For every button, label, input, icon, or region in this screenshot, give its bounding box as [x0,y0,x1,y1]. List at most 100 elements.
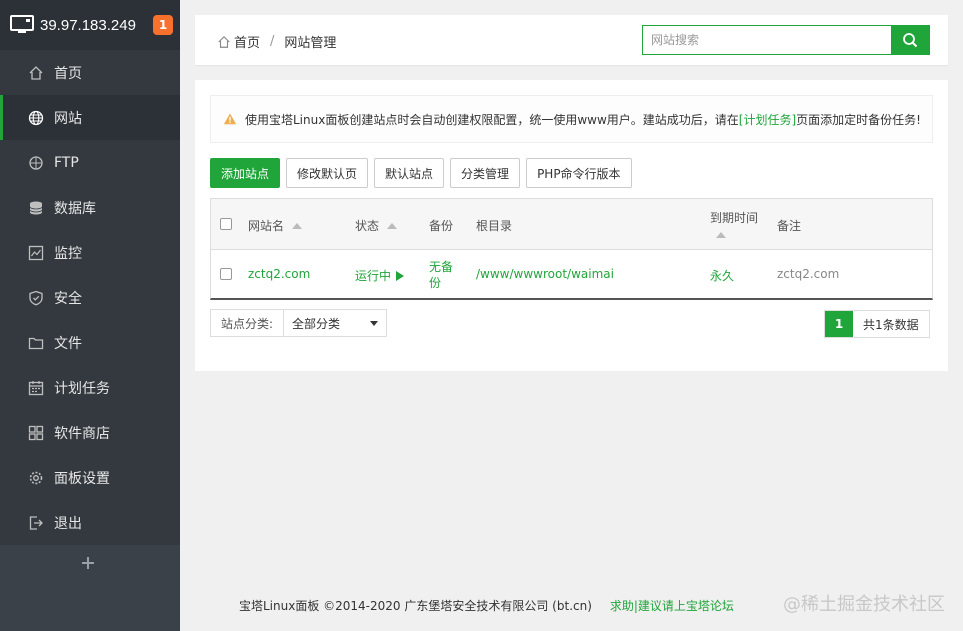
sort-icon [716,232,726,238]
category-manage-button[interactable]: 分类管理 [450,158,521,188]
sidebar-menu: 首页 网站 FTP 数据库 监控 安全 文件 计划任务 软件商店 面板设置 退出 [0,50,180,545]
add-site-button[interactable]: 添加站点 [210,158,281,188]
sidebar-item-ftp[interactable]: FTP [0,140,180,185]
notification-badge[interactable]: 1 [153,15,173,35]
sidebar-header: 39.97.183.249 1 [0,0,180,50]
sidebar-item-label: 首页 [54,65,82,82]
sidebar-item-website[interactable]: 网站 [0,95,180,140]
site-root-link[interactable]: /www/wwwroot/waimai [476,267,614,281]
breadcrumb-home[interactable]: 首页 [234,32,260,51]
tip-cron-link[interactable]: [计划任务] [739,111,796,128]
warning-icon [223,113,237,125]
site-status[interactable]: 运行中 [355,267,405,284]
backup-line1: 无备 [429,260,454,274]
breadcrumb: 首页 / 网站管理 [217,32,336,51]
default-site-button[interactable]: 默认站点 [374,158,445,188]
sidebar-item-monitor[interactable]: 监控 [0,230,180,275]
sidebar: 39.97.183.249 1 首页 网站 FTP 数据库 监控 安全 文件 计… [0,0,180,631]
tip-text-after: 页面添加定时备份任务! [796,112,921,127]
gear-icon [28,470,44,486]
monitor-chart-icon [28,245,44,261]
total-count: 共1条数据 [853,311,929,337]
header-label: 备份 [429,219,454,233]
breadcrumb-bar: 首页 / 网站管理 [195,15,948,65]
sidebar-item-label: 数据库 [54,200,96,217]
tip-text-before: 使用宝塔Linux面板创建站点时会自动创建权限配置，统一使用www用户。建站成功… [245,112,739,127]
pagination: 1 共1条数据 [824,310,930,338]
sidebar-item-label: 安全 [54,290,82,307]
header-status[interactable]: 状态 [355,217,398,234]
backup-line2: 份 [429,276,442,290]
search-box [642,25,930,55]
header-label: 到期时间 [710,211,759,225]
tip-banner: 使用宝塔Linux面板创建站点时会自动创建权限配置，统一使用www用户。建站成功… [210,95,933,143]
sidebar-item-label: 面板设置 [54,470,110,487]
sidebar-item-label: 软件商店 [54,425,110,442]
toolbar: 添加站点 修改默认页 默认站点 分类管理 PHP命令行版本 [210,158,632,188]
header-expire[interactable]: 到期时间 [710,209,758,238]
sort-icon [292,222,303,229]
header-label: 网站名 [248,219,285,233]
category-filter: 站点分类: 全部分类 [210,309,387,337]
server-ip: 39.97.183.249 [40,16,136,34]
header-label: 根目录 [476,219,513,233]
site-expire[interactable]: 永久 [710,267,734,284]
sidebar-item-label: 监控 [54,245,82,262]
sites-table: 网站名 状态 备份 根目录 到期时间 备注 zctq2.com 运行中 无备份 … [210,198,933,300]
page-1-button[interactable]: 1 [825,311,853,337]
sidebar-item-cron[interactable]: 计划任务 [0,365,180,410]
sidebar-item-security[interactable]: 安全 [0,275,180,320]
sidebar-item-label: FTP [54,154,79,171]
header-label: 备注 [777,219,802,233]
header-backup: 备份 [429,217,453,234]
sidebar-item-database[interactable]: 数据库 [0,185,180,230]
site-remark[interactable]: zctq2.com [777,267,839,281]
header-site-name[interactable]: 网站名 [248,217,303,234]
search-button[interactable] [891,26,929,54]
globe-icon [28,110,44,126]
php-cli-version-button[interactable]: PHP命令行版本 [526,158,632,188]
plus-icon[interactable] [80,555,96,571]
site-name-link[interactable]: zctq2.com [248,267,310,281]
table-header: 网站名 状态 备份 根目录 到期时间 备注 [211,199,932,250]
filter-label: 站点分类: [211,310,285,336]
folder-icon [28,335,44,351]
sidebar-item-settings[interactable]: 面板设置 [0,455,180,500]
category-selected: 全部分类 [292,316,341,331]
sidebar-item-label: 计划任务 [54,380,110,397]
status-label: 运行中 [355,269,392,283]
watermark: @稀土掘金技术社区 [783,594,945,615]
home-icon [28,65,44,81]
sort-icon [387,222,398,229]
row-checkbox[interactable] [220,268,232,280]
search-icon [903,33,918,48]
sidebar-item-label: 网站 [54,110,82,127]
breadcrumb-separator: / [270,34,275,49]
sidebar-item-logout[interactable]: 退出 [0,500,180,545]
edit-default-page-button[interactable]: 修改默认页 [286,158,369,188]
footer-help-link[interactable]: 求助|建议请上宝塔论坛 [610,597,734,614]
chevron-down-icon [370,320,378,326]
grid-icon [28,425,44,441]
ftp-icon [28,155,44,171]
sidebar-item-store[interactable]: 软件商店 [0,410,180,455]
shield-icon [28,290,44,306]
search-input[interactable] [643,26,891,54]
category-select[interactable]: 全部分类 [284,315,386,332]
header-label: 状态 [355,219,380,233]
footer-copyright: 宝塔Linux面板 ©2014-2020 广东堡塔安全技术有限公司 (bt.cn… [239,599,592,613]
table-row: zctq2.com 运行中 无备份 /www/wwwroot/waimai 永久… [211,250,932,299]
sidebar-item-home[interactable]: 首页 [0,50,180,95]
sidebar-item-label: 退出 [54,515,82,532]
header-root: 根目录 [476,217,512,234]
select-all-checkbox[interactable] [220,218,232,230]
main-panel: 使用宝塔Linux面板创建站点时会自动创建权限配置，统一使用www用户。建站成功… [195,80,948,371]
backup-link[interactable]: 无备份 [429,259,453,291]
sidebar-add-area [0,545,180,631]
calendar-icon [28,380,44,396]
sidebar-item-files[interactable]: 文件 [0,320,180,365]
home-icon [218,35,230,48]
play-icon [396,271,405,281]
monitor-icon [10,15,34,33]
database-icon [28,200,44,216]
